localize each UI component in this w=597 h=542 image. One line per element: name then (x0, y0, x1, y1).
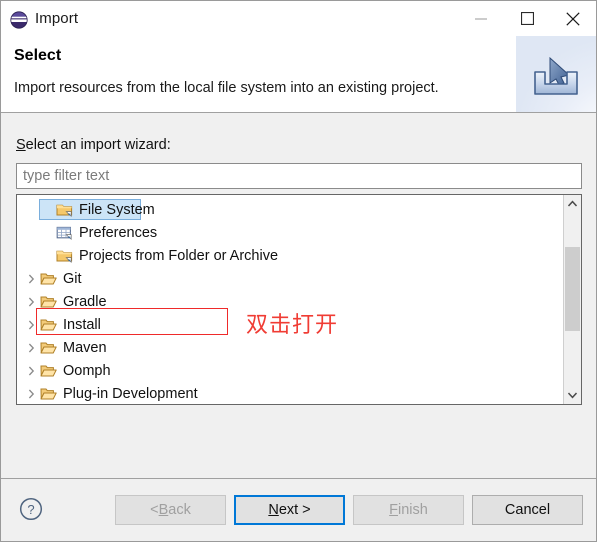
folder-open-icon (39, 386, 57, 402)
page-title: Select (14, 47, 62, 64)
chevron-up-icon (568, 200, 577, 207)
close-icon (566, 11, 580, 26)
help-button[interactable]: ? (18, 496, 44, 522)
button-label-rest: inish (398, 502, 428, 518)
banner-artwork (516, 36, 596, 112)
folder-closed-icon (55, 202, 73, 218)
maximize-icon (520, 12, 534, 25)
preferences-grid-icon (56, 226, 72, 240)
folder-open-icon (39, 271, 57, 287)
tree-item-label: Projects from Folder or Archive (79, 247, 279, 264)
tree-item-label: Maven (63, 339, 107, 356)
wizard-header: Select Import resources from the local f… (1, 36, 596, 113)
folder-open-icon (39, 294, 57, 310)
finish-button: Finish (353, 495, 464, 525)
wizard-footer: ? < Back Next > Finish Cancel (1, 478, 596, 541)
folder-closed-icon (56, 250, 72, 263)
tree-item-label: Preferences (79, 224, 158, 241)
tree-item-projects-from-folder-or-archive[interactable]: Projects from Folder or Archive (17, 244, 563, 267)
scroll-down-button[interactable] (564, 387, 581, 404)
next-button[interactable]: Next > (234, 495, 345, 525)
tree-item-plug-in-development[interactable]: Plug-in Development (17, 382, 563, 404)
tree-item-maven[interactable]: Maven (17, 336, 563, 359)
folder-open-icon (39, 296, 57, 308)
select-wizard-label: Select an import wizard: (16, 137, 171, 153)
button-label-prefix: < (150, 502, 159, 518)
tree-item-label: Git (63, 270, 82, 287)
page-description: Import resources from the local file sys… (14, 80, 439, 96)
window-controls (458, 1, 596, 36)
svg-text:?: ? (27, 502, 34, 517)
folder-open-icon (39, 363, 57, 379)
scroll-up-button[interactable] (564, 195, 581, 212)
expand-chevron-icon[interactable] (23, 274, 39, 284)
tree-item-git[interactable]: Git (17, 267, 563, 290)
filter-input[interactable] (16, 163, 582, 189)
expand-chevron-icon[interactable] (23, 389, 39, 399)
folder-open-icon (39, 319, 57, 331)
annotation-text: 双击打开 (246, 313, 339, 338)
folder-open-icon (39, 342, 57, 354)
expand-chevron-icon[interactable] (23, 320, 39, 330)
tree-item-label: Gradle (63, 293, 107, 310)
wizard-tree: File System Preferences Projects from Fold… (16, 194, 582, 405)
button-label-mnemonic: N (268, 502, 279, 518)
tree-item-preferences[interactable]: Preferences (17, 221, 563, 244)
expand-chevron-icon[interactable] (23, 343, 39, 353)
title-bar: Import (1, 1, 596, 36)
maximize-button[interactable] (504, 1, 550, 36)
button-label-rest: Cancel (504, 502, 551, 518)
wizard-page-body: Select an import wizard: File System Pref… (1, 113, 596, 478)
button-label-mnemonic: F (389, 502, 399, 518)
button-label-mnemonic: B (158, 502, 169, 518)
folder-open-icon (39, 317, 57, 333)
folder-open-icon (39, 365, 57, 377)
tree-item-file-system[interactable]: File System (17, 198, 563, 221)
import-arrow-tray-icon (530, 50, 582, 103)
button-label-rest: ack (168, 502, 191, 518)
tree-item-label: Plug-in Development (63, 385, 198, 402)
folder-open-icon (39, 388, 57, 400)
close-button[interactable] (550, 1, 596, 36)
tree-vertical-scrollbar[interactable] (563, 195, 581, 404)
expand-chevron-icon[interactable] (23, 366, 39, 376)
folder-closed-icon (55, 248, 73, 264)
select-wizard-label-mnemonic: S (16, 137, 26, 153)
folder-closed-icon (56, 204, 72, 217)
minimize-icon (475, 18, 487, 19)
window-title: Import (35, 10, 79, 27)
eclipse-icon (10, 10, 28, 29)
minimize-button[interactable] (458, 1, 504, 36)
help-question-icon: ? (19, 497, 43, 521)
cancel-button[interactable]: Cancel (472, 495, 583, 525)
tree-item-oomph[interactable]: Oomph (17, 359, 563, 382)
folder-open-icon (39, 273, 57, 285)
chevron-down-icon (568, 392, 577, 399)
preferences-grid-icon (55, 225, 73, 241)
select-wizard-label-rest: elect an import wizard: (25, 137, 171, 153)
tree-item-label: Oomph (63, 362, 111, 379)
tree-item-label: File System (79, 201, 155, 218)
scrollbar-thumb[interactable] (565, 247, 580, 331)
button-label-rest: ext > (278, 502, 311, 518)
import-wizard-window: Import Select Import resources from the … (0, 0, 597, 542)
wizard-button-row: < Back Next > Finish Cancel (115, 495, 583, 525)
wizard-tree-list[interactable]: File System Preferences Projects from Fold… (17, 195, 563, 404)
back-button: < Back (115, 495, 226, 525)
folder-open-icon (39, 340, 57, 356)
expand-chevron-icon[interactable] (23, 297, 39, 307)
tree-item-label: Install (63, 316, 101, 333)
